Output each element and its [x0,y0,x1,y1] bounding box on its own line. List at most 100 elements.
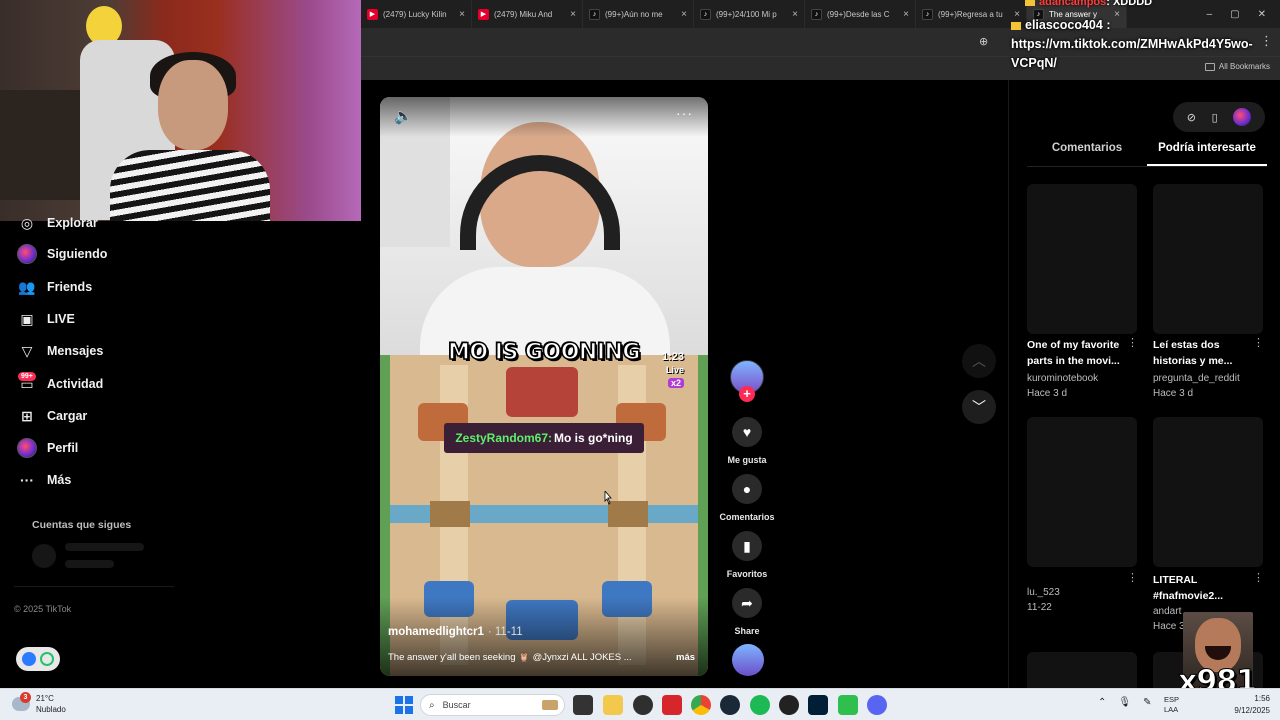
tab-title: (2479) Miku And [494,9,553,19]
weather-desc: Nublado [36,705,66,714]
chat-username: ZestyRandom67: [455,431,553,445]
volume-icon[interactable]: 🔈 [394,107,413,125]
video-card-user[interactable]: andart [1153,606,1181,617]
video-player[interactable]: 🔈 ··· MO IS GOONING 1:23 Live x2 ZestyRa… [380,97,708,676]
close-icon[interactable]: × [903,9,909,20]
video-card-thumbnail[interactable] [1027,417,1137,567]
copyright-text: © 2025 TikTok [14,604,72,614]
divider [1027,166,1267,167]
skeleton-line [65,543,144,551]
avatar-icon [16,243,38,265]
close-icon[interactable]: × [570,9,576,20]
video-card-title[interactable]: One of my favorite parts in the movi... [1027,337,1127,369]
follow-plus-icon[interactable]: + [739,386,755,402]
sidebar-item-live[interactable]: ▣ LIVE [16,307,74,331]
browser-tab[interactable]: ▶ (2479) Lucky Kilin × [361,0,472,28]
card-more-icon[interactable]: ⋮ [1127,336,1138,349]
app-icon[interactable] [633,695,653,715]
video-more-icon[interactable]: ··· [676,105,693,121]
next-video-button[interactable]: ﹀ [962,390,996,424]
like-button[interactable]: ♥ [732,417,762,447]
close-icon[interactable]: × [459,9,465,20]
clock-time: 1:56 [1254,694,1270,703]
tab-title: (99+)24/100 Mi p [716,9,777,19]
share-button[interactable]: ➦ [732,588,762,618]
video-card-user[interactable]: kurominotebook [1027,373,1098,384]
previous-video-button[interactable]: ︿ [962,344,996,378]
more-description-link[interactable]: más [676,652,695,663]
notification-badge: 99+ [18,372,36,381]
right-panel-toolbar: ⊘ ▯ [1173,102,1265,132]
browser-tab[interactable]: ♪ (99+)Aún no me × [583,0,694,28]
sidebar-item-mas[interactable]: ··· Más [16,468,71,492]
card-more-icon[interactable]: ⋮ [1253,336,1264,349]
video-card-user[interactable]: pregunta_de_reddit [1153,373,1240,384]
taskbar-search[interactable]: ⌕ Buscar [420,694,565,716]
video-card-thumbnail[interactable] [1153,417,1263,567]
sidebar-item-explorar[interactable]: ◎ Explorar [16,211,98,235]
comments-button[interactable]: ● [732,474,762,504]
photoshop-icon[interactable] [808,695,828,715]
video-card-user[interactable]: lu._523 [1027,587,1060,598]
taskbar-clock[interactable]: 1:56 9/12/2025 [1228,693,1270,717]
card-more-icon[interactable]: ⋮ [1253,571,1264,584]
webcam-person-face [158,60,228,150]
skeleton-line [65,560,114,568]
favorites-button[interactable]: ▮ [732,531,762,561]
zoom-icon[interactable]: ⊕ [979,35,988,48]
sound-disc-avatar[interactable] [732,644,764,676]
app-icon[interactable] [838,695,858,715]
language-indicator[interactable]: ESP LAA [1164,695,1179,715]
video-card-thumbnail[interactable] [1153,184,1263,334]
chat-text: https://vm.tiktok.com/ZMHwAkPd4Y5wo-VCPq… [1011,37,1253,70]
screen: ▶ (2479) Lucky Kilin × ▶ (2479) Miku And × ♪… [0,0,1280,720]
browser-tab[interactable]: ♪ (99+)24/100 Mi p × [694,0,805,28]
app-icon[interactable] [662,695,682,715]
browser-tab[interactable]: ♪ (99+)Desde las C × [805,0,916,28]
sidebar-item-friends[interactable]: 👥 Friends [16,275,92,299]
close-icon[interactable]: × [681,9,687,20]
tab-comentarios[interactable]: Comentarios [1027,142,1147,166]
browser-tab[interactable]: ▶ (2479) Miku And × [472,0,583,28]
spotify-icon[interactable] [750,695,770,715]
sidebar-item-mensajes[interactable]: ▽ Mensajes [16,339,104,363]
chevron-up-icon[interactable]: ⌃ [1098,697,1106,708]
video-card-thumbnail[interactable] [1027,652,1137,692]
profile-avatar[interactable] [1233,108,1252,126]
pen-icon[interactable]: ✎ [1143,697,1151,708]
microphone-icon[interactable]: 🎙 [1118,697,1131,708]
search-icon: ⌕ [429,699,435,711]
friends-icon: 👥 [18,278,36,295]
crown-icon [1025,0,1035,7]
card-more-icon[interactable]: ⋮ [1127,571,1138,584]
phone-icon[interactable]: ▯ [1212,111,1218,124]
chat-text: : XDDDD [1106,0,1153,8]
sidebar-item-cargar[interactable]: ⊞ Cargar [16,404,87,428]
sidebar-item-siguiendo[interactable]: Siguiendo [16,242,107,266]
heart-icon: ♥ [742,424,752,440]
windows-start-icon[interactable] [395,696,413,714]
close-icon[interactable]: × [792,9,798,20]
discord-icon[interactable] [867,695,887,715]
get-app-button[interactable] [16,647,60,671]
video-author[interactable]: mohamedlightcr1 · 11-11 [388,626,523,638]
tab-podria-interesarte[interactable]: Podría interesarte [1147,142,1267,166]
video-card-title[interactable]: Leí estas dos historias y me... [1153,337,1253,369]
video-card-title[interactable]: LITERAL #fnafmovie2... [1153,572,1253,604]
weather-widget[interactable]: 3 21°C Nublado [12,692,66,715]
clock-date: 9/12/2025 [1234,706,1270,715]
cloud-icon: 3 [12,692,31,711]
app-icon[interactable] [779,695,799,715]
chrome-icon[interactable] [691,695,711,715]
task-view-icon[interactable] [573,695,593,715]
pc-app-icon [22,652,36,666]
search-placeholder: Buscar [442,700,471,710]
steam-icon[interactable] [720,695,740,715]
compass-icon[interactable]: ⊘ [1187,111,1196,124]
file-explorer-icon[interactable] [603,695,623,715]
tab-title: (2479) Lucky Kilin [383,9,447,19]
sidebar-item-label: Cargar [47,409,88,423]
video-card-thumbnail[interactable] [1027,184,1137,334]
sidebar-item-perfil[interactable]: Perfil [16,436,78,460]
author-name[interactable]: mohamedlightcr1 [388,626,484,638]
